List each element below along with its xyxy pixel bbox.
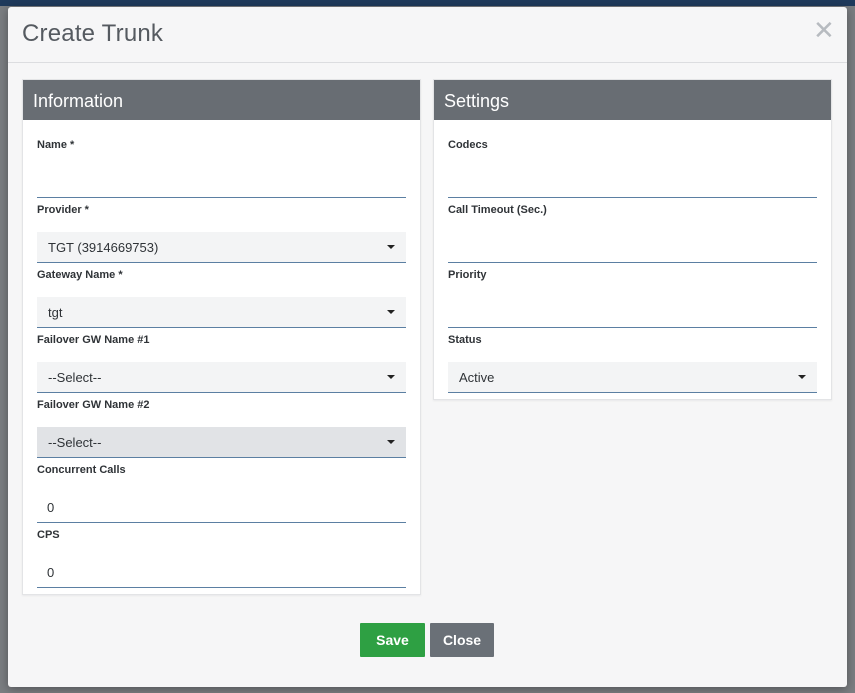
failover-gw-1-select[interactable]: --Select-- — [37, 362, 406, 393]
save-button[interactable]: Save — [360, 623, 425, 657]
close-button[interactable]: Close — [430, 623, 494, 657]
priority-input[interactable] — [448, 297, 817, 328]
name-field: Name * — [37, 138, 406, 198]
codecs-input[interactable] — [448, 167, 817, 198]
failover-gw-2-value: --Select-- — [48, 435, 102, 450]
caret-down-icon — [798, 375, 806, 379]
gateway-name-value: tgt — [48, 305, 63, 320]
call-timeout-input[interactable] — [448, 232, 817, 263]
gateway-name-label: Gateway Name * — [37, 269, 123, 281]
failover-gw-2-select[interactable]: --Select-- — [37, 427, 406, 458]
provider-value: TGT (3914669753) — [48, 240, 159, 255]
name-label: Name * — [37, 139, 75, 151]
settings-heading: Settings — [434, 80, 831, 120]
provider-label: Provider * — [37, 204, 89, 216]
cps-input[interactable] — [37, 557, 406, 588]
codecs-field: Codecs — [448, 138, 817, 198]
create-trunk-modal: Create Trunk ✕ Information Name * Provid… — [8, 7, 847, 687]
call-timeout-field: Call Timeout (Sec.) — [448, 203, 817, 263]
status-select[interactable]: Active — [448, 362, 817, 393]
close-icon[interactable]: ✕ — [813, 17, 835, 43]
status-value: Active — [459, 370, 495, 385]
cps-label: CPS — [37, 529, 60, 541]
information-heading: Information — [23, 80, 420, 120]
caret-down-icon — [387, 375, 395, 379]
cps-field: CPS — [37, 528, 406, 588]
status-label: Status — [448, 334, 482, 346]
failover-gw-1-label: Failover GW Name #1 — [37, 334, 150, 346]
name-input[interactable] — [37, 167, 406, 198]
information-panel: Information Name * Provider * TGT (39146… — [22, 79, 421, 595]
gateway-name-field: Gateway Name * tgt — [37, 268, 406, 328]
concurrent-calls-field: Concurrent Calls — [37, 463, 406, 523]
status-field: Status Active — [448, 333, 817, 393]
page-topbar — [0, 0, 855, 6]
concurrent-calls-input[interactable] — [37, 492, 406, 523]
gateway-name-select[interactable]: tgt — [37, 297, 406, 328]
failover-gw-1-value: --Select-- — [48, 370, 102, 385]
modal-title: Create Trunk — [22, 20, 164, 47]
call-timeout-label: Call Timeout (Sec.) — [448, 204, 547, 216]
modal-footer: Save Close — [8, 607, 847, 667]
caret-down-icon — [387, 310, 395, 314]
caret-down-icon — [387, 245, 395, 249]
caret-down-icon — [387, 440, 395, 444]
settings-panel: Settings Codecs Call Timeout (Sec.) Prio… — [433, 79, 832, 400]
priority-field: Priority — [448, 268, 817, 328]
provider-select[interactable]: TGT (3914669753) — [37, 232, 406, 263]
failover-gw-2-field: Failover GW Name #2 --Select-- — [37, 398, 406, 458]
failover-gw-1-field: Failover GW Name #1 --Select-- — [37, 333, 406, 393]
modal-header: Create Trunk ✕ — [8, 7, 847, 63]
priority-label: Priority — [448, 269, 487, 281]
concurrent-calls-label: Concurrent Calls — [37, 464, 126, 476]
codecs-label: Codecs — [448, 139, 488, 151]
failover-gw-2-label: Failover GW Name #2 — [37, 399, 150, 411]
provider-field: Provider * TGT (3914669753) — [37, 203, 406, 263]
